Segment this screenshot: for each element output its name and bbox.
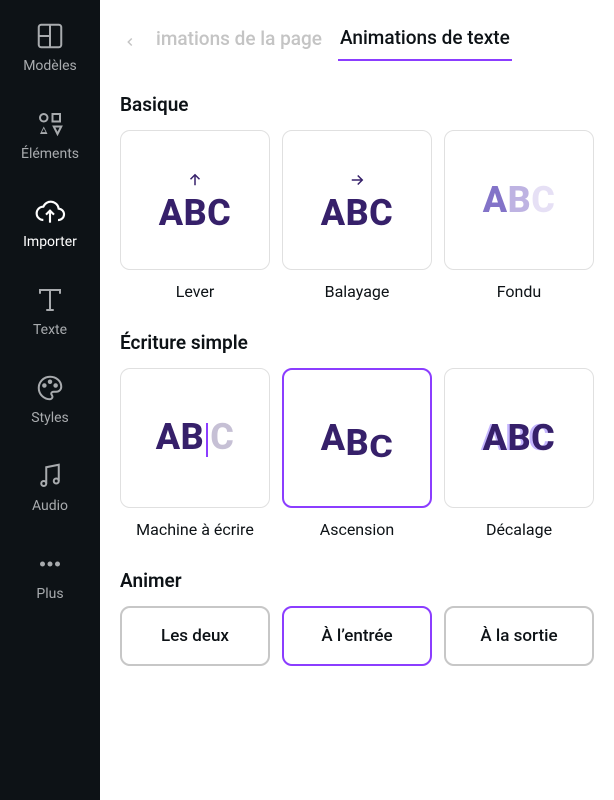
sidenav-label: Styles — [31, 410, 69, 426]
card-label: Fondu — [497, 282, 541, 301]
animation-thumb-shift[interactable]: ABC ABC — [444, 368, 594, 508]
animation-card-pan: ABC Balayage — [282, 130, 432, 301]
card-label: Lever — [176, 282, 215, 301]
animer-option-out[interactable]: À la sortie — [444, 606, 594, 666]
abc-preview: ABC — [156, 419, 235, 456]
tabs-row: imations de la page Animations de texte — [120, 22, 594, 61]
text-icon — [34, 284, 66, 316]
animation-thumb-rise[interactable]: ABC — [120, 130, 270, 270]
section-title-basic: Basique — [120, 93, 594, 116]
arrow-right-icon — [348, 169, 366, 191]
animation-card-typewriter: ABC Machine à écrire — [120, 368, 270, 539]
animation-thumb-fade[interactable]: ABC — [444, 130, 594, 270]
animation-thumb-typewriter[interactable]: ABC — [120, 368, 270, 508]
section-title-simple-writing: Écriture simple — [120, 331, 594, 354]
audio-icon — [34, 460, 66, 492]
sidenav-item-styles[interactable]: Styles — [31, 368, 69, 430]
animer-option-both[interactable]: Les deux — [120, 606, 270, 666]
tab-text-animations[interactable]: Animations de texte — [338, 22, 512, 61]
sidenav-item-audio[interactable]: Audio — [32, 456, 68, 518]
uploads-icon — [34, 196, 66, 228]
sidenav-item-templates[interactable]: Modèles — [23, 16, 77, 78]
sidenav-label: Plus — [36, 586, 63, 602]
arrow-up-icon — [186, 169, 204, 191]
card-label: Décalage — [486, 520, 552, 539]
sidenav-item-more[interactable]: Plus — [34, 544, 66, 606]
sidenav: Modèles Éléments Importer Texte Styles A… — [0, 0, 100, 800]
elements-icon — [34, 108, 66, 140]
card-label: Machine à écrire — [136, 520, 254, 539]
sidenav-label: Importer — [23, 234, 77, 250]
animation-card-ascension: ABC Ascension — [282, 368, 432, 539]
sidenav-label: Modèles — [23, 58, 77, 74]
sidenav-item-uploads[interactable]: Importer — [23, 192, 77, 254]
card-label: Ascension — [320, 520, 395, 539]
grid-simple-writing: ABC Machine à écrire ABC Ascension ABC A… — [120, 368, 594, 539]
animation-card-fade: ABC Fondu — [444, 130, 594, 301]
abc-preview: ABC — [321, 420, 394, 456]
main-panel: imations de la page Animations de texte … — [100, 0, 614, 800]
sidenav-label: Audio — [32, 498, 68, 514]
animation-card-rise: ABC Lever — [120, 130, 270, 301]
abc-preview: ABC — [483, 420, 556, 456]
templates-icon — [34, 20, 66, 52]
abc-preview: ABC — [321, 195, 394, 231]
animation-card-shift: ABC ABC Décalage — [444, 368, 594, 539]
sidenav-item-elements[interactable]: Éléments — [21, 104, 79, 166]
tab-page-animations[interactable]: imations de la page — [154, 23, 324, 60]
animer-option-in[interactable]: À l’entrée — [282, 606, 432, 666]
animation-thumb-ascension[interactable]: ABC — [282, 368, 432, 508]
sidenav-item-text[interactable]: Texte — [33, 280, 67, 342]
animation-thumb-pan[interactable]: ABC — [282, 130, 432, 270]
sidenav-label: Éléments — [21, 146, 79, 162]
sidenav-label: Texte — [33, 322, 67, 338]
abc-preview: ABC — [483, 182, 556, 218]
section-title-animer: Animer — [120, 569, 594, 592]
more-icon — [34, 548, 66, 580]
grid-basic: ABC Lever ABC Balayage ABC Fondu — [120, 130, 594, 301]
styles-icon — [34, 372, 66, 404]
animer-options: Les deux À l’entrée À la sortie — [120, 606, 594, 666]
chevron-left-icon[interactable] — [120, 32, 140, 52]
card-label: Balayage — [325, 282, 390, 301]
abc-preview: ABC — [159, 195, 232, 231]
